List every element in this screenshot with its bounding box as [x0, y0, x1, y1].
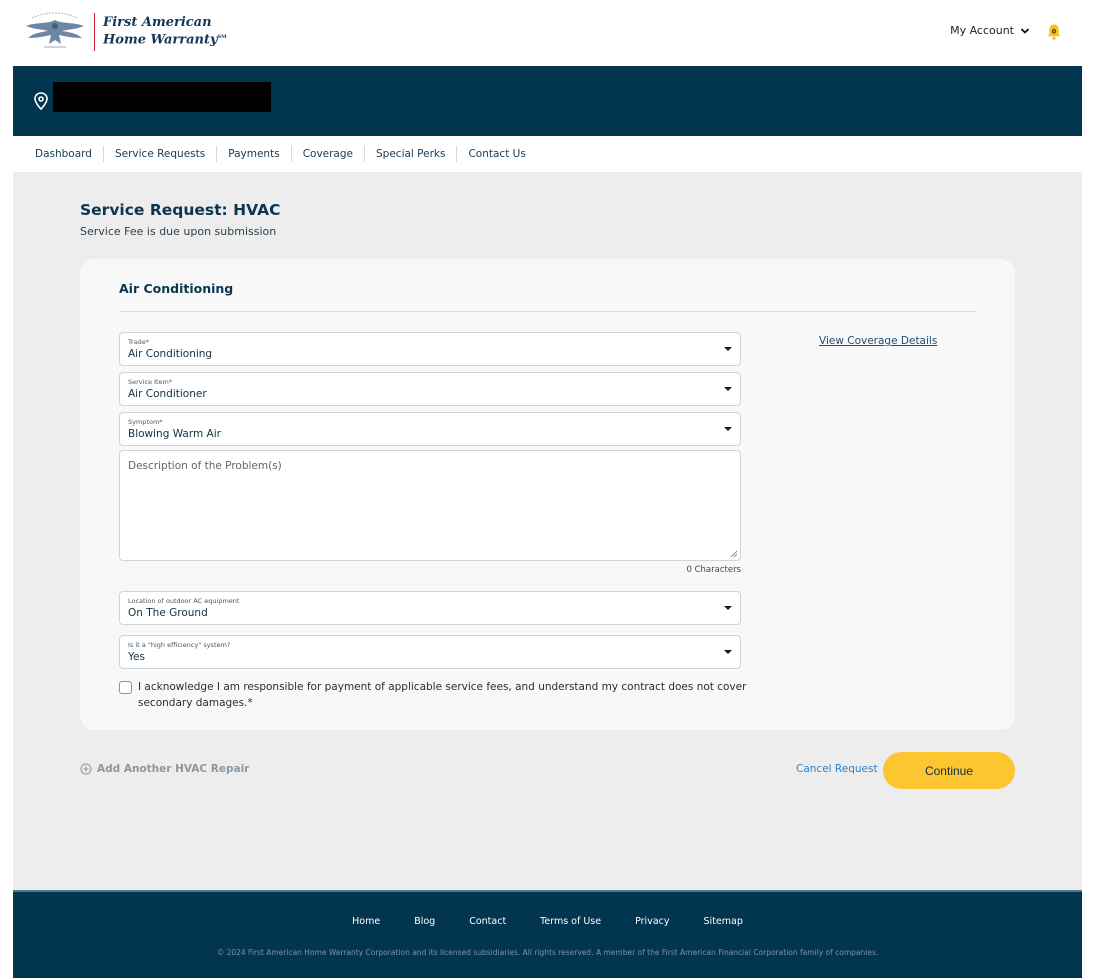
character-count: 0 Characters [686, 565, 741, 575]
card-title: Air Conditioning [119, 281, 234, 296]
site-footer: Home Blog Contact Terms of Use Privacy S… [13, 890, 1082, 978]
brand-line-2: Home Warranty [103, 32, 218, 48]
trade-select[interactable]: Trade* Air Conditioning [119, 332, 741, 366]
continue-button[interactable]: Continue [883, 752, 1015, 789]
trade-label: Trade* [128, 338, 150, 346]
brand-line-1: First American [103, 15, 212, 31]
high-efficiency-value: Yes [128, 651, 145, 663]
acknowledgement-checkbox[interactable] [119, 681, 132, 694]
footer-link-contact[interactable]: Contact [469, 916, 506, 927]
view-coverage-details-link[interactable]: View Coverage Details [819, 335, 937, 347]
add-repair-label: Add Another HVAC Repair [97, 763, 250, 775]
footer-link-privacy[interactable]: Privacy [635, 916, 669, 927]
high-efficiency-label: Is it a "high efficiency" system? [128, 641, 231, 649]
footer-link-terms[interactable]: Terms of Use [540, 916, 601, 927]
footer-link-home[interactable]: Home [352, 916, 380, 927]
service-mark: SM [217, 34, 227, 41]
chevron-down-icon [1020, 27, 1030, 34]
high-efficiency-select[interactable]: Is it a "high efficiency" system? Yes [119, 635, 741, 669]
ac-location-select[interactable]: Location of outdoor AC equipment On The … [119, 591, 741, 625]
location-pin-icon [34, 92, 48, 110]
service-item-value: Air Conditioner [128, 388, 207, 400]
footer-link-sitemap[interactable]: Sitemap [704, 916, 743, 927]
nav-item-special-perks[interactable]: Special Perks [365, 146, 458, 162]
caret-down-icon [724, 606, 732, 610]
redacted-address [53, 82, 271, 112]
add-another-repair-button[interactable]: Add Another HVAC Repair [80, 763, 249, 775]
brand-name: First American Home WarrantySM [103, 16, 227, 47]
symptom-value: Blowing Warm Air [128, 428, 221, 440]
caret-down-icon [724, 427, 732, 431]
my-account-menu[interactable]: My Account [950, 24, 1030, 37]
caret-down-icon [724, 650, 732, 654]
footer-links: Home Blog Contact Terms of Use Privacy S… [13, 916, 1082, 927]
repair-card: Air Conditioning Trade* Air Conditioning… [80, 259, 1015, 730]
page-subtitle: Service Fee is due upon submission [80, 225, 277, 238]
logo-divider [94, 13, 95, 51]
notification-bell-icon[interactable]: 0 [1044, 22, 1064, 42]
service-item-label: Service Item* [128, 378, 173, 386]
plus-circle-icon [80, 763, 92, 775]
main-nav: Dashboard Service Requests Payments Cove… [24, 136, 537, 172]
notification-count: 0 [1052, 28, 1057, 36]
problem-description-textarea[interactable]: Description of the Problem(s) [119, 450, 741, 561]
nav-item-contact-us[interactable]: Contact Us [457, 146, 536, 162]
caret-down-icon [724, 347, 732, 351]
service-item-select[interactable]: Service Item* Air Conditioner [119, 372, 741, 406]
acknowledgement-text: I acknowledge I am responsible for payme… [138, 681, 747, 709]
top-header: First American Home WarrantySM My Accoun… [0, 0, 1100, 66]
trade-value: Air Conditioning [128, 348, 213, 360]
symptom-label: Symptom* [128, 418, 163, 426]
card-divider [119, 311, 976, 312]
copyright-text: © 2024 First American Home Warranty Corp… [216, 948, 879, 957]
acknowledgement-row: I acknowledge I am responsible for payme… [119, 679, 759, 711]
page-title: Service Request: HVAC [80, 201, 281, 219]
nav-item-dashboard[interactable]: Dashboard [24, 146, 104, 162]
my-account-label: My Account [950, 24, 1014, 37]
nav-item-coverage[interactable]: Coverage [292, 146, 365, 162]
brand-logo[interactable]: First American Home WarrantySM [22, 12, 227, 52]
symptom-select[interactable]: Symptom* Blowing Warm Air [119, 412, 741, 446]
ac-location-value: On The Ground [128, 607, 208, 619]
nav-item-payments[interactable]: Payments [217, 146, 292, 162]
ac-location-label: Location of outdoor AC equipment [128, 597, 240, 605]
caret-down-icon [724, 387, 732, 391]
footer-link-blog[interactable]: Blog [414, 916, 435, 927]
description-placeholder: Description of the Problem(s) [128, 460, 282, 472]
cancel-request-button[interactable]: Cancel Request [796, 763, 878, 775]
resize-grip-icon[interactable] [730, 550, 738, 558]
eagle-logo-icon [26, 12, 84, 48]
property-address-bar [13, 66, 1082, 136]
nav-item-service-requests[interactable]: Service Requests [104, 146, 218, 162]
main-content: Service Request: HVAC Service Fee is due… [13, 172, 1082, 890]
